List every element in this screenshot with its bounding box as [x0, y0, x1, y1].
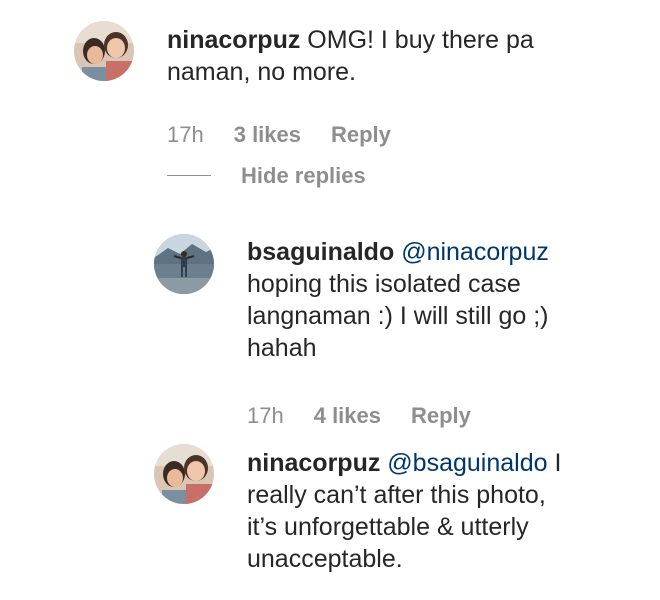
reply-comment-2: ninacorpuz @bsaguinaldo I really can’t a…	[0, 0, 660, 600]
comment-line: really can’t after this photo,	[247, 481, 546, 509]
comment-line: I	[554, 449, 562, 477]
comment-text: ninacorpuz @bsaguinaldo I really can’t a…	[247, 447, 561, 575]
username[interactable]: ninacorpuz	[247, 449, 380, 477]
avatar-image	[154, 444, 214, 504]
avatar[interactable]	[154, 444, 214, 504]
mention-link[interactable]: @bsaguinaldo	[387, 449, 547, 477]
comment-line: unacceptable.	[247, 545, 403, 573]
comment-line: it’s unforgettable & utterly	[247, 513, 529, 541]
